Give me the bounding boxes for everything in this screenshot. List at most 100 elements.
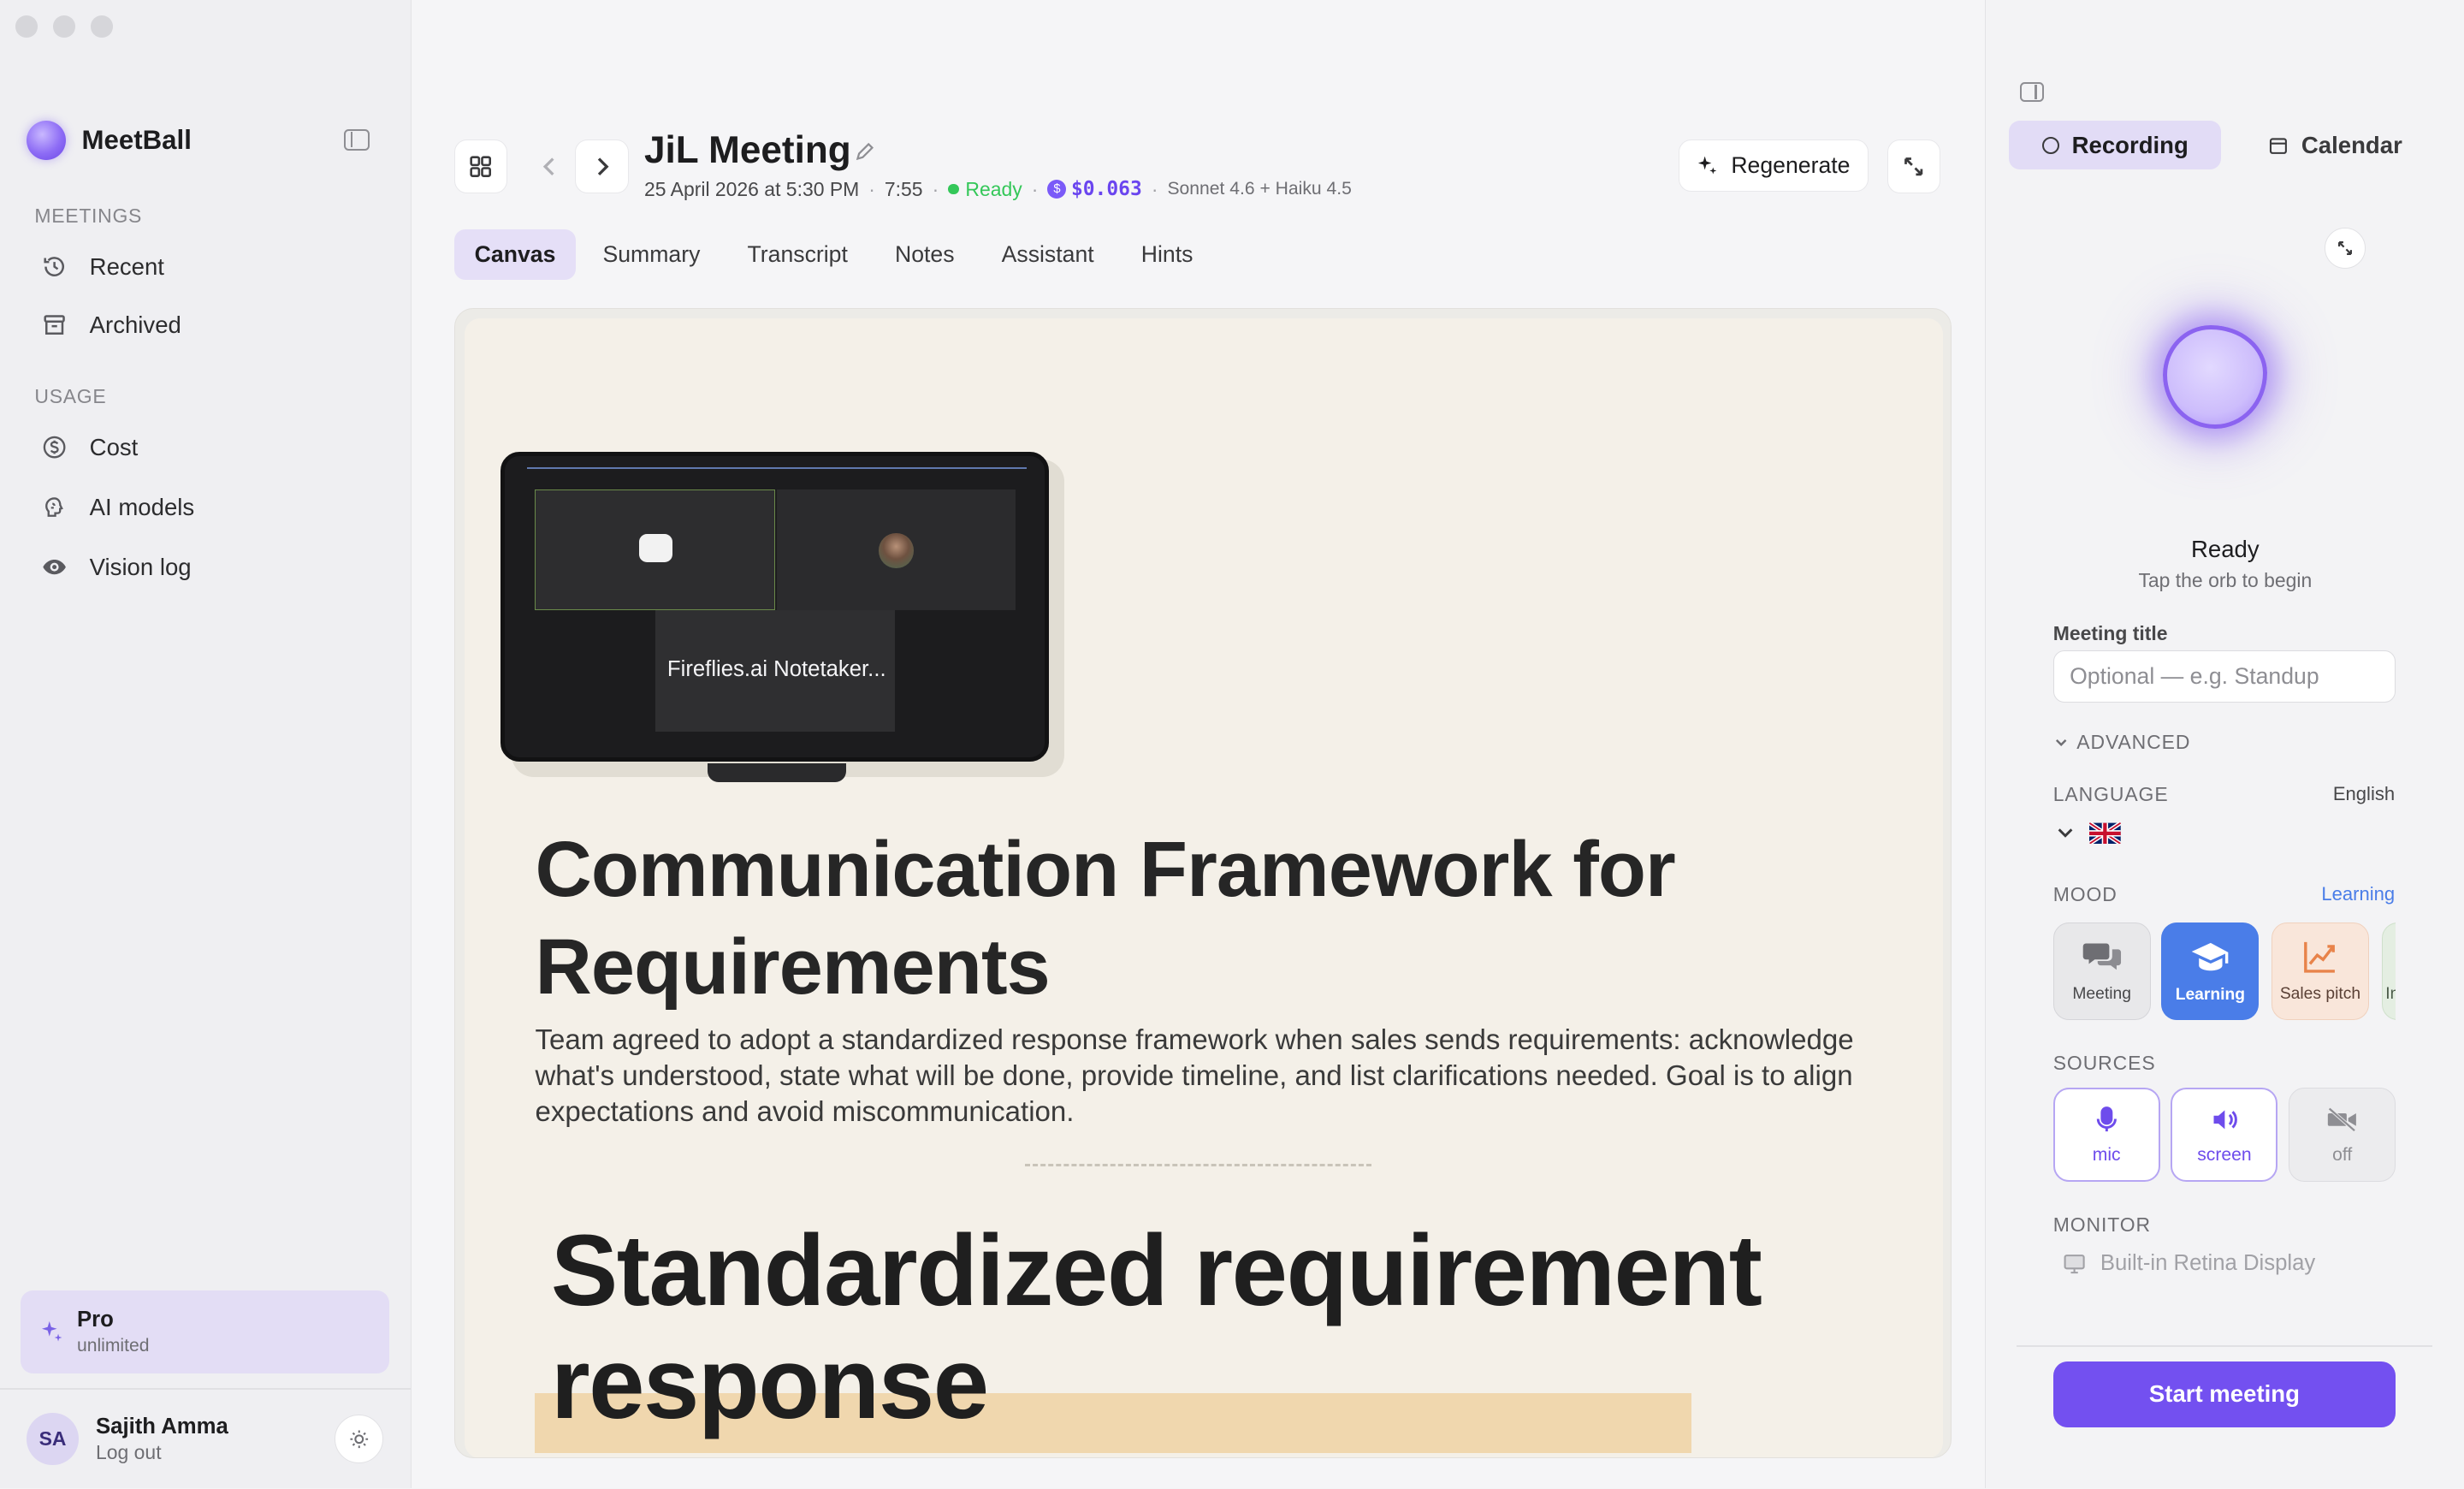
- sun-icon: [350, 1430, 368, 1448]
- close-window-button[interactable]: [15, 15, 38, 39]
- sidebar-item-label: Recent: [89, 252, 164, 280]
- meeting-date: 25 April 2026 at 5:30 PM: [644, 177, 860, 200]
- monitor-select[interactable]: Built-in Retina Display: [2061, 1251, 2315, 1276]
- mood-sales-pitch[interactable]: Sales pitch: [2272, 922, 2369, 1021]
- model-info: Sonnet 4.6 + Haiku 4.5: [1167, 179, 1352, 199]
- record-circle-icon: [2041, 136, 2059, 154]
- chevron-left-icon: [542, 157, 554, 176]
- status-dot-icon: [948, 183, 960, 195]
- meeting-title-label: Meeting title: [2052, 622, 2168, 645]
- avatar[interactable]: SA: [27, 1413, 79, 1465]
- sidebar-item-ai-models[interactable]: AI models: [41, 494, 194, 521]
- expand-button[interactable]: [1886, 139, 1941, 193]
- tab-canvas[interactable]: Canvas: [453, 229, 577, 280]
- calendar-icon: [2270, 138, 2288, 154]
- regenerate-button[interactable]: Regenerate: [1678, 139, 1869, 193]
- sidebar-toggle-icon[interactable]: [344, 128, 370, 151]
- eye-icon: [41, 554, 68, 580]
- zoom-window-button[interactable]: [91, 15, 114, 39]
- chart-up-icon: [2304, 941, 2336, 973]
- mood-learning[interactable]: Learning: [2161, 922, 2260, 1021]
- sources-label: SOURCES: [2052, 1051, 2156, 1074]
- advanced-toggle[interactable]: ADVANCED: [2053, 731, 2191, 754]
- sidebar-item-recent[interactable]: Recent: [41, 253, 164, 281]
- sidebar-item-vision-log[interactable]: Vision log: [41, 554, 192, 581]
- canvas-paragraph: Team agreed to adopt a standardized resp…: [535, 1023, 1854, 1129]
- grid-view-button[interactable]: [453, 139, 508, 193]
- status-badge: Ready: [948, 178, 1022, 201]
- recording-hint: Tap the orb to begin: [2138, 568, 2313, 591]
- pencil-icon[interactable]: [855, 141, 875, 162]
- grid-icon: [470, 156, 492, 177]
- logout-link[interactable]: Log out: [96, 1441, 162, 1464]
- tab-recording[interactable]: Recording: [2009, 121, 2222, 170]
- sidebar-item-label: Vision log: [89, 553, 192, 580]
- thumbnail-caption: Fireflies.ai Notetaker...: [666, 657, 886, 682]
- forward-button[interactable]: [575, 139, 629, 193]
- source-screen[interactable]: screen: [2171, 1087, 2278, 1183]
- mood-value: Learning: [2321, 883, 2396, 905]
- tab-bar: Canvas Summary Transcript Notes Assistan…: [453, 229, 1214, 280]
- expand-orb-button[interactable]: [2325, 228, 2366, 270]
- section-label-meetings: MEETINGS: [34, 204, 143, 227]
- record-orb[interactable]: [2163, 325, 2267, 430]
- recording-panel: Recording Calendar Ready Tap the orb to …: [1984, 0, 2464, 1489]
- divider: [2017, 1345, 2433, 1348]
- mood-selector: Meeting Learning Sales pitch In: [2052, 922, 2396, 1021]
- minimize-window-button[interactable]: [53, 15, 76, 39]
- sidebar-item-cost[interactable]: Cost: [41, 434, 138, 461]
- source-mic[interactable]: mic: [2052, 1087, 2160, 1183]
- sparkle-icon: [1697, 156, 1717, 175]
- panel-toggle-icon[interactable]: [2020, 81, 2044, 103]
- tab-transcript[interactable]: Transcript: [727, 229, 868, 280]
- plan-card[interactable]: Pro unlimited: [20, 1290, 390, 1374]
- clock-history-icon: [41, 253, 68, 280]
- mood-meeting[interactable]: Meeting: [2052, 922, 2151, 1021]
- tab-notes[interactable]: Notes: [874, 229, 974, 280]
- sidebar-item-label: AI models: [89, 493, 195, 520]
- sparkle-icon: [39, 1319, 64, 1349]
- participant-logo-icon: [639, 534, 672, 563]
- meeting-meta: 25 April 2026 at 5:30 PM · 7:55 · Ready …: [644, 177, 1352, 201]
- back-button[interactable]: [524, 139, 577, 193]
- brain-icon: [41, 494, 68, 520]
- language-select[interactable]: [2056, 822, 2121, 845]
- language-value: English: [2332, 782, 2396, 804]
- canvas-frame: Fireflies.ai Notetaker... Communication …: [453, 307, 1952, 1459]
- mood-interview[interactable]: In: [2381, 922, 2396, 1021]
- chevron-down-icon: [2058, 828, 2073, 839]
- tab-calendar[interactable]: Calendar: [2268, 121, 2409, 169]
- start-meeting-button[interactable]: Start meeting: [2052, 1361, 2396, 1427]
- theme-toggle-button[interactable]: [335, 1415, 384, 1463]
- recording-status: Ready: [2191, 536, 2260, 563]
- monitor-label: MONITOR: [2052, 1213, 2152, 1236]
- camera-off-icon: [2328, 1107, 2357, 1132]
- window-controls: [15, 15, 114, 39]
- logo-orb-icon: [27, 121, 67, 161]
- speaker-icon: [2213, 1110, 2237, 1130]
- plan-subtitle: unlimited: [76, 1335, 150, 1356]
- mood-label: MOOD: [2052, 883, 2118, 906]
- screenshot-thumbnail[interactable]: Fireflies.ai Notetaker...: [500, 452, 1050, 762]
- expand-arrows-icon: [1904, 157, 1923, 176]
- microphone-icon: [2096, 1106, 2117, 1132]
- source-camera-off[interactable]: off: [2289, 1087, 2396, 1183]
- brand: MeetBall: [27, 121, 192, 161]
- sidebar-item-archived[interactable]: Archived: [41, 311, 181, 339]
- meeting-title-input[interactable]: [2052, 650, 2396, 703]
- chat-bubbles-icon: [2082, 943, 2121, 970]
- graduation-cap-icon: [2191, 942, 2228, 970]
- divider: [0, 1387, 412, 1390]
- brand-name: MeetBall: [81, 125, 192, 156]
- tab-assistant[interactable]: Assistant: [981, 229, 1115, 280]
- tab-summary[interactable]: Summary: [583, 229, 721, 280]
- chevron-down-icon: [2055, 739, 2067, 747]
- divider: [1025, 1164, 1371, 1166]
- page-title: JiL Meeting: [644, 128, 851, 171]
- meeting-duration: 7:55: [884, 177, 923, 200]
- section-label-usage: USAGE: [34, 384, 107, 407]
- tab-hints[interactable]: Hints: [1121, 229, 1213, 280]
- canvas-card[interactable]: Fireflies.ai Notetaker... Communication …: [464, 318, 1944, 1458]
- language-label: LANGUAGE: [2052, 782, 2169, 805]
- cost-badge: $ $0.063: [1047, 178, 1142, 200]
